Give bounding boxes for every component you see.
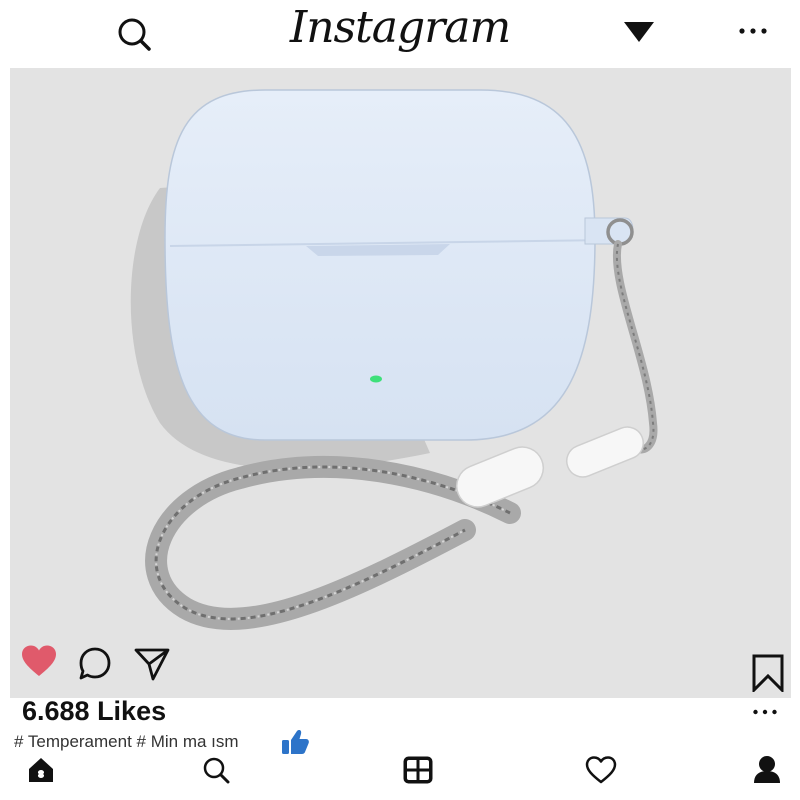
nav-home[interactable] <box>27 756 55 784</box>
save-button[interactable] <box>751 654 785 692</box>
earbuds-case-photo <box>130 89 658 630</box>
share-button[interactable] <box>133 646 171 682</box>
bookmark-icon <box>752 654 784 692</box>
home-icon <box>29 758 53 782</box>
more-dots-icon[interactable] <box>752 708 778 716</box>
app-logo: Instagram <box>289 2 511 53</box>
post-image[interactable] <box>10 68 791 698</box>
likes-count[interactable]: 6.688 Likes <box>22 696 166 727</box>
add-post-icon <box>403 756 433 784</box>
triangle-down-icon[interactable] <box>623 20 655 44</box>
like-button[interactable] <box>20 644 58 678</box>
heart-filled-icon <box>22 645 56 676</box>
comment-bubble-icon <box>79 647 111 680</box>
comment-button[interactable] <box>77 646 113 682</box>
more-dots-icon[interactable] <box>738 26 768 36</box>
bottom-nav <box>0 748 800 800</box>
nav-profile[interactable] <box>752 754 782 784</box>
nav-activity[interactable] <box>585 756 617 784</box>
search-icon <box>203 757 230 784</box>
top-bar: Instagram <box>0 0 800 68</box>
nav-search[interactable] <box>202 756 230 784</box>
paper-plane-icon <box>134 648 170 681</box>
nav-add-post[interactable] <box>402 755 434 785</box>
heart-outline-icon <box>585 756 617 784</box>
profile-icon <box>754 756 780 783</box>
